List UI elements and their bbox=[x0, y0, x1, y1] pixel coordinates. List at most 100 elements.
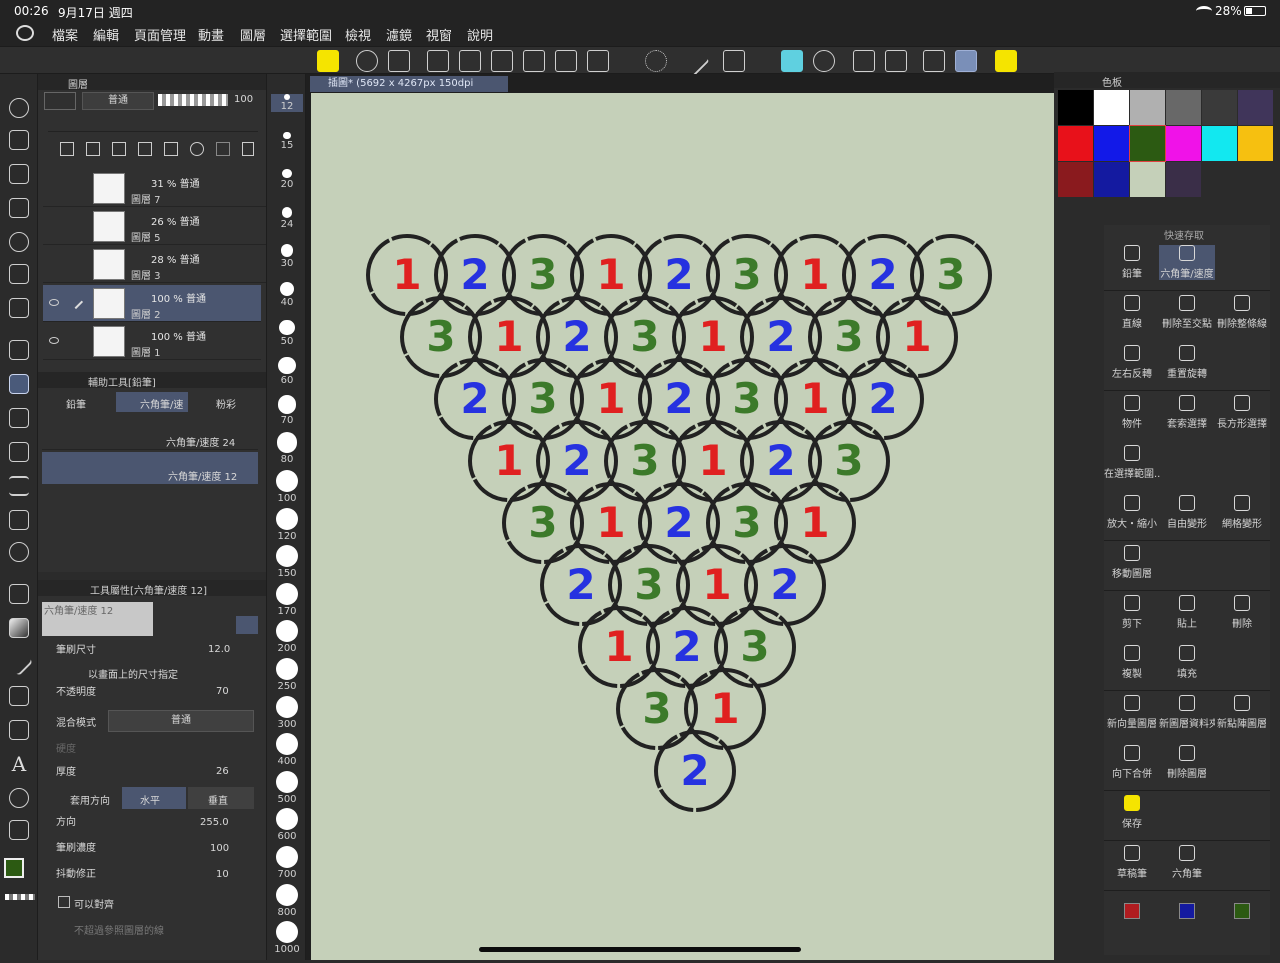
new-folder-icon[interactable] bbox=[112, 142, 126, 156]
menu-view[interactable]: 檢視 bbox=[345, 25, 371, 44]
blend-icon[interactable] bbox=[9, 542, 29, 562]
opacity-value[interactable]: 70 bbox=[216, 686, 229, 697]
opacity-slider[interactable] bbox=[158, 94, 228, 106]
quick-access-item[interactable]: 新圖層資料夾 bbox=[1159, 695, 1215, 730]
color-swatch[interactable] bbox=[1094, 90, 1129, 125]
color-chip[interactable] bbox=[1234, 903, 1250, 919]
quick-access-item[interactable]: 六角筆 bbox=[1159, 845, 1215, 880]
brush-size-option[interactable]: 170 bbox=[271, 582, 303, 617]
menu-help[interactable]: 說明 bbox=[467, 25, 493, 44]
subtool-item[interactable]: 六角筆/速度 24 bbox=[42, 414, 258, 450]
color-swatch[interactable] bbox=[1238, 126, 1273, 161]
select-object-icon[interactable] bbox=[555, 50, 577, 72]
quick-access-item[interactable]: 在選擇範圍... bbox=[1104, 445, 1160, 480]
zoom-icon[interactable] bbox=[9, 98, 29, 118]
decoration-icon[interactable] bbox=[9, 476, 29, 496]
quick-access-item[interactable]: 剪下 bbox=[1104, 595, 1160, 630]
quick-access-item[interactable]: 刪除 bbox=[1214, 595, 1270, 630]
rotate-reset-icon[interactable] bbox=[813, 50, 835, 72]
color-chip[interactable] bbox=[1124, 903, 1140, 919]
crop-icon[interactable] bbox=[427, 50, 449, 72]
quick-access-item[interactable]: 草稿筆 bbox=[1104, 845, 1160, 880]
hand-icon[interactable] bbox=[9, 130, 29, 150]
brush-size-option[interactable]: 1000 bbox=[271, 921, 303, 955]
ruler-tool-icon[interactable] bbox=[9, 720, 29, 740]
line-icon[interactable] bbox=[678, 45, 710, 77]
layer-row[interactable]: 28 % 普通 圖層 3 bbox=[43, 246, 298, 283]
thickness-value[interactable]: 26 bbox=[216, 766, 229, 777]
color-swatch[interactable] bbox=[1130, 162, 1165, 197]
menu-selection[interactable]: 選擇範圍 bbox=[280, 25, 332, 44]
quick-access-item[interactable]: 六角筆/速度 bbox=[1159, 245, 1215, 280]
color-swatch[interactable] bbox=[1129, 125, 1166, 162]
density-value[interactable]: 100 bbox=[210, 843, 229, 854]
apply-mask-icon[interactable] bbox=[216, 142, 230, 156]
quick-access-item[interactable]: 複製 bbox=[1104, 645, 1160, 680]
balloon-icon[interactable] bbox=[9, 788, 29, 808]
quick-access-item[interactable]: 新點陣圖層 bbox=[1214, 695, 1270, 730]
brush-size-option[interactable]: 400 bbox=[271, 733, 303, 767]
brush-size-option[interactable]: 24 bbox=[271, 206, 303, 230]
brush-size-option[interactable]: 15 bbox=[271, 131, 303, 151]
spiral-icon[interactable] bbox=[356, 50, 378, 72]
color-swatch[interactable] bbox=[1058, 90, 1093, 125]
quick-access-item[interactable]: 自由變形 bbox=[1159, 495, 1215, 530]
quick-access-item[interactable]: 新向量圖層 bbox=[1104, 695, 1160, 730]
quick-access-item[interactable]: 保存 bbox=[1104, 795, 1160, 830]
menu-window[interactable]: 視窗 bbox=[426, 25, 452, 44]
app-logo-icon[interactable] bbox=[16, 25, 34, 41]
menu-edit[interactable]: 編輯 bbox=[93, 25, 119, 44]
menu-filter[interactable]: 濾鏡 bbox=[386, 25, 412, 44]
horizontal-button[interactable]: 水平 bbox=[122, 787, 186, 809]
tab-pastel[interactable]: 粉彩 bbox=[192, 392, 260, 412]
color-swatch[interactable] bbox=[1202, 126, 1237, 161]
figure-icon[interactable] bbox=[4, 647, 34, 677]
quick-access-item[interactable]: 套索選擇 bbox=[1159, 395, 1215, 430]
tab-hex-pen[interactable]: 六角筆/速 bbox=[116, 392, 188, 412]
quick-access-item[interactable]: 向下合併 bbox=[1104, 745, 1160, 780]
ruler-icon[interactable] bbox=[587, 50, 609, 72]
brush-size-option[interactable]: 200 bbox=[271, 620, 303, 654]
copy-layer-icon[interactable] bbox=[138, 142, 152, 156]
tab-pencil[interactable]: 鉛筆 bbox=[44, 392, 110, 412]
menu-animation[interactable]: 動畫 bbox=[198, 25, 224, 44]
menu-page[interactable]: 頁面管理 bbox=[134, 25, 186, 44]
quick-access-item[interactable]: 貼上 bbox=[1159, 595, 1215, 630]
brush-size-option[interactable]: 80 bbox=[271, 432, 303, 465]
color-swatch[interactable] bbox=[1058, 126, 1093, 161]
brush-size-option[interactable]: 20 bbox=[271, 169, 303, 190]
fill-icon[interactable] bbox=[9, 584, 29, 604]
save-icon[interactable] bbox=[317, 50, 339, 72]
brush-size-option[interactable]: 250 bbox=[271, 658, 303, 692]
eye-icon[interactable] bbox=[49, 299, 59, 306]
main-color-swatch[interactable] bbox=[4, 858, 24, 878]
new-vector-layer-icon[interactable] bbox=[86, 142, 100, 156]
layer-color-select[interactable] bbox=[44, 92, 76, 110]
blend-mode-dropdown[interactable]: 普通 bbox=[108, 710, 254, 732]
layer-row-selected[interactable]: 100 % 普通 圖層 2 bbox=[43, 285, 261, 322]
canvas-paper[interactable]: 1231231233123123123123121231233123123121… bbox=[311, 93, 1054, 960]
brush-size-option[interactable]: 120 bbox=[271, 507, 303, 542]
pencil-edit-icon[interactable] bbox=[68, 294, 84, 310]
color-swatch[interactable] bbox=[1094, 162, 1129, 197]
correct-line-icon[interactable] bbox=[9, 820, 29, 840]
menu-layer[interactable]: 圖層 bbox=[240, 25, 266, 44]
wrench-icon[interactable] bbox=[388, 50, 410, 72]
color-swatch[interactable] bbox=[1058, 162, 1093, 197]
quick-access-item[interactable]: 放大・縮小 bbox=[1104, 495, 1160, 530]
frame-icon[interactable] bbox=[9, 686, 29, 706]
quick-access-item[interactable]: 填充 bbox=[1159, 645, 1215, 680]
brush-size-option[interactable]: 600 bbox=[271, 808, 303, 842]
brush-size-option[interactable]: 100 bbox=[271, 470, 303, 504]
layout-icon[interactable] bbox=[955, 50, 977, 72]
airbrush-icon[interactable] bbox=[9, 442, 29, 462]
color-chip[interactable] bbox=[1179, 903, 1195, 919]
lasso-icon[interactable] bbox=[9, 232, 29, 252]
brush-size-option[interactable]: 300 bbox=[271, 695, 303, 730]
screen-size-checkbox-label[interactable]: 以畫面上的尺寸指定 bbox=[88, 666, 178, 681]
transparent-color-swatch[interactable] bbox=[5, 894, 35, 900]
pencil-tool-icon[interactable] bbox=[9, 374, 29, 394]
eraser-icon[interactable] bbox=[9, 510, 29, 530]
color-swatch[interactable] bbox=[1094, 126, 1129, 161]
quick-access-item[interactable]: 刪除圖層 bbox=[1159, 745, 1215, 780]
